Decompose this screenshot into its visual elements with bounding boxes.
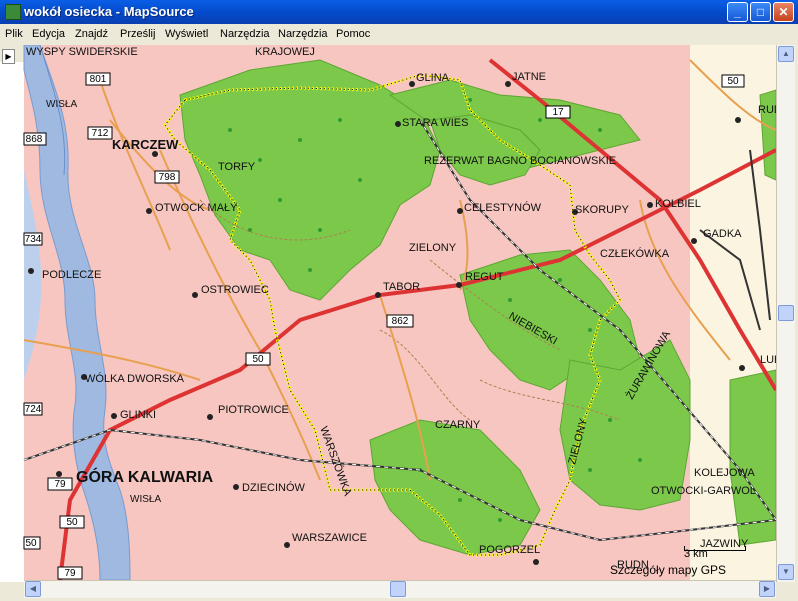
window-title: wokół osiecka - MapSource [24, 4, 194, 19]
town-label: KOLBIEL [655, 198, 701, 210]
scroll-down-button[interactable]: ▼ [778, 564, 794, 580]
menu-tools[interactable]: Narzędzia [220, 28, 270, 40]
town-label: SKORUPY [575, 204, 629, 216]
map-view[interactable]: 801 712 798 862 50 50 79 79 50 17 868 73… [0, 45, 798, 601]
town-label: PIOTROWICE [218, 404, 289, 416]
town-label: REGUT [465, 271, 504, 283]
road-shield: 868 [26, 134, 43, 145]
road-shield: 801 [90, 74, 107, 85]
town-label: JATNE [512, 71, 546, 83]
town-label: OTWOCK MAŁY [155, 202, 238, 214]
close-button[interactable]: ✕ [773, 2, 794, 22]
title-bar: wokół osiecka - MapSource _ □ ✕ [0, 0, 798, 24]
town-label: KOLEJOWA [694, 467, 755, 479]
town-label: WARSZAWICE [292, 532, 367, 544]
road-shield: 734 [25, 234, 42, 245]
vertical-scroll-thumb[interactable] [778, 305, 794, 321]
vertical-scrollbar[interactable]: ▲ ▼ [776, 45, 795, 582]
town-label: CZŁEKÓWKA [600, 247, 670, 260]
road-shield: 50 [727, 76, 739, 87]
menu-edit[interactable]: Edycja [32, 28, 65, 40]
town-label: TORFY [218, 161, 256, 173]
maximize-button[interactable]: □ [750, 2, 771, 22]
town-label: GADKA [703, 228, 742, 240]
road-shield: 724 [25, 404, 42, 415]
road-shield: 50 [25, 538, 37, 549]
minimize-button[interactable]: _ [727, 2, 748, 22]
scroll-left-button[interactable]: ◀ [25, 581, 41, 597]
app-icon [5, 4, 21, 20]
road-shield: 17 [552, 107, 564, 118]
map-details-status: Szczegóły mapy GPS [610, 563, 727, 577]
town-label: CELESTYNÓW [464, 201, 542, 214]
road-shield: 50 [252, 354, 264, 365]
scale-label: 3 km [684, 548, 708, 560]
town-label: GLINA [416, 72, 450, 84]
menu-view[interactable]: Wyświetl [165, 28, 208, 40]
road-shield: 50 [66, 517, 78, 528]
town-label: TABOR [383, 281, 420, 293]
town-label: KARCZEW [112, 137, 179, 152]
road-shield: 798 [159, 172, 176, 183]
menu-help[interactable]: Pomoc [336, 28, 370, 40]
menu-transfer[interactable]: Prześlij [120, 28, 155, 40]
town-label: REZERWAT BAGNO BOCIANOWSKIE [424, 155, 616, 167]
road-shield: 79 [54, 479, 66, 490]
river-label: WISŁA [130, 494, 161, 505]
town-label: CZARNY [435, 419, 481, 431]
town-label: OSTROWIEC [201, 284, 269, 296]
map-label: KRAJOWEJ [255, 46, 315, 58]
town-label: PODLECZE [42, 269, 101, 281]
menu-tools-2[interactable]: Narzędzia [278, 28, 328, 40]
town-label: DZIECINÓW [242, 481, 306, 494]
scroll-right-button[interactable]: ▶ [759, 581, 775, 597]
road-shield: 79 [64, 568, 76, 579]
road-shield: 712 [92, 128, 109, 139]
horizontal-scroll-thumb[interactable] [390, 581, 406, 597]
panel-toggle-arrow[interactable]: ▶ [2, 49, 15, 64]
scroll-up-button[interactable]: ▲ [778, 46, 794, 62]
river-label: WISŁA [46, 99, 77, 110]
road-shield: 862 [392, 316, 409, 327]
menu-find[interactable]: Znajdź [75, 28, 108, 40]
horizontal-scrollbar[interactable]: ◀ ▶ [24, 580, 776, 598]
town-label: STARA WIES [402, 117, 468, 129]
town-label: POGORZEL [479, 544, 540, 556]
menu-bar: Plik Edycja Znajdź Prześlij Wyświetl Nar… [0, 24, 798, 46]
town-label: ZIELONY [409, 242, 457, 254]
town-label: GÓRA KALWARIA [76, 467, 214, 486]
town-label: WÓLKA DWORSKA [85, 372, 185, 385]
town-label: OTWOCKI-GARWOL [651, 485, 756, 497]
menu-file[interactable]: Plik [5, 28, 23, 40]
map-label: WYSPY SWIDERSKIE [26, 46, 138, 58]
town-label: GLINKI [120, 409, 156, 421]
